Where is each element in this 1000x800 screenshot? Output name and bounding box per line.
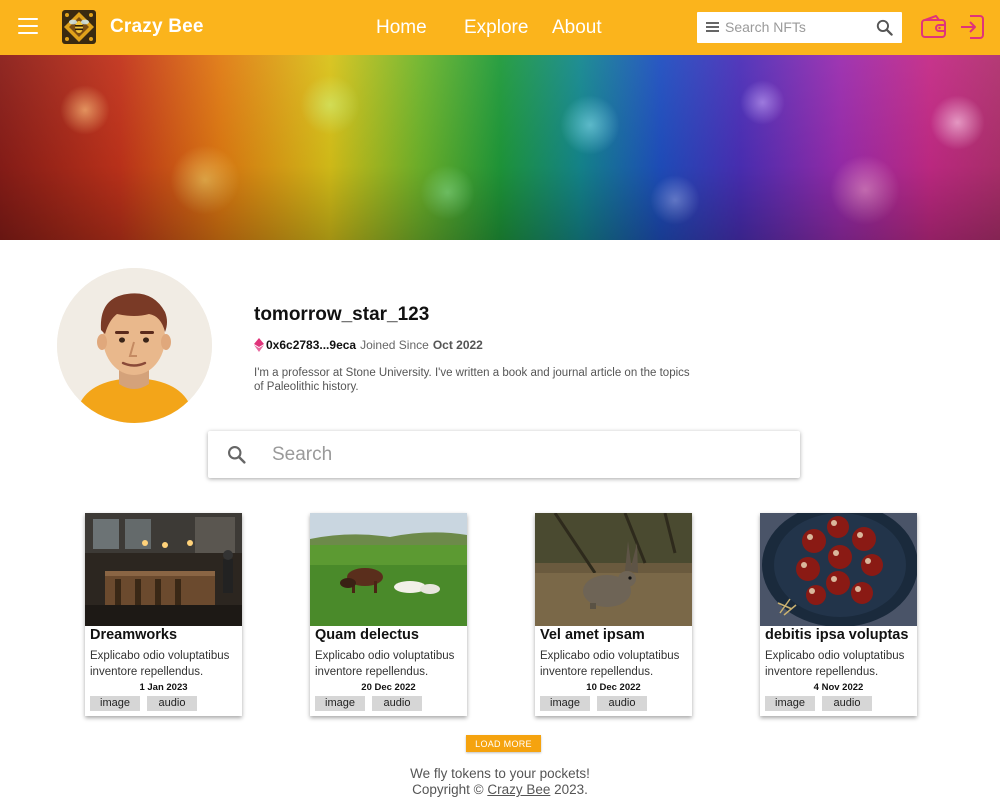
nft-title[interactable]: Vel amet ipsam (540, 627, 645, 643)
nft-description: Explicabo odio voluptatibus inventore re… (540, 650, 680, 678)
load-more-button[interactable]: LOAD MORE (466, 735, 541, 752)
bee-logo-icon[interactable] (62, 10, 96, 44)
tag-audio[interactable]: audio (372, 696, 422, 711)
joined-date: Oct 2022 (432, 338, 483, 352)
header-search-input[interactable] (725, 16, 865, 38)
nft-thumbnail[interactable] (535, 513, 692, 626)
footer-tagline: We fly tokens to your pockets! (410, 766, 590, 781)
nft-date: 4 Nov 2022 (813, 682, 864, 693)
nft-card[interactable]: Dreamworks Explicabo odio voluptatibus i… (85, 513, 242, 716)
profile-meta: 0x6c2783...9eca Joined Since Oct 2022 (254, 338, 483, 352)
hamburger-menu-icon[interactable] (18, 18, 38, 34)
nav-about[interactable]: About (552, 17, 602, 39)
copyright-link[interactable]: Crazy Bee (487, 782, 550, 797)
nft-description: Explicabo odio voluptatibus inventore re… (315, 650, 455, 678)
copyright-year: 2023. (554, 782, 588, 797)
tag-image[interactable]: image (540, 696, 590, 711)
tag-audio[interactable]: audio (822, 696, 872, 711)
login-icon[interactable] (958, 13, 986, 41)
nft-date: 10 Dec 2022 (586, 682, 641, 693)
nft-title[interactable]: Quam delectus (315, 627, 419, 643)
nft-title[interactable]: debitis ipsa voluptas (765, 627, 908, 643)
tag-audio[interactable]: audio (597, 696, 647, 711)
avatar (57, 268, 212, 423)
nft-description: Explicabo odio voluptatibus inventore re… (765, 650, 905, 678)
joined-label: Joined Since (360, 338, 429, 352)
tag-audio[interactable]: audio (147, 696, 197, 711)
nft-thumbnail[interactable] (310, 513, 467, 626)
collection-search-input[interactable] (272, 440, 772, 470)
nft-date: 20 Dec 2022 (361, 682, 416, 693)
profile-bio: I'm a professor at Stone University. I'v… (254, 367, 690, 393)
wallet-address[interactable]: 0x6c2783...9eca (266, 338, 356, 352)
brand-name[interactable]: Crazy Bee (110, 16, 204, 38)
nav-home[interactable]: Home (376, 17, 427, 39)
nft-card[interactable]: Vel amet ipsam Explicabo odio voluptatib… (535, 513, 692, 716)
nav-explore[interactable]: Explore (464, 17, 528, 39)
nft-card[interactable]: debitis ipsa voluptas Explicabo odio vol… (760, 513, 917, 716)
wallet-icon[interactable] (920, 14, 947, 40)
tag-image[interactable]: image (315, 696, 365, 711)
footer-copyright: Copyright © Crazy Bee 2023. (0, 782, 1000, 798)
copyright-prefix: Copyright © (412, 782, 484, 797)
profile-username: tomorrow_star_123 (254, 304, 430, 325)
nft-title[interactable]: Dreamworks (90, 627, 177, 643)
nft-thumbnail[interactable] (760, 513, 917, 626)
collection-search (208, 431, 800, 478)
ethereum-icon (254, 338, 264, 352)
tag-image[interactable]: image (765, 696, 815, 711)
footer: We fly tokens to your pockets! Copyright… (0, 766, 1000, 798)
nft-card[interactable]: Quam delectus Explicabo odio voluptatibu… (310, 513, 467, 716)
header-search (697, 12, 902, 43)
nft-date: 1 Jan 2023 (139, 682, 188, 693)
search-icon[interactable] (226, 444, 247, 465)
app-bar: Crazy Bee Home Explore About (0, 0, 1000, 55)
nft-description: Explicabo odio voluptatibus inventore re… (90, 650, 230, 678)
tag-image[interactable]: image (90, 696, 140, 711)
nft-thumbnail[interactable] (85, 513, 242, 626)
filter-lines-icon[interactable] (706, 22, 719, 34)
search-icon[interactable] (875, 18, 894, 37)
profile-banner (0, 55, 1000, 240)
